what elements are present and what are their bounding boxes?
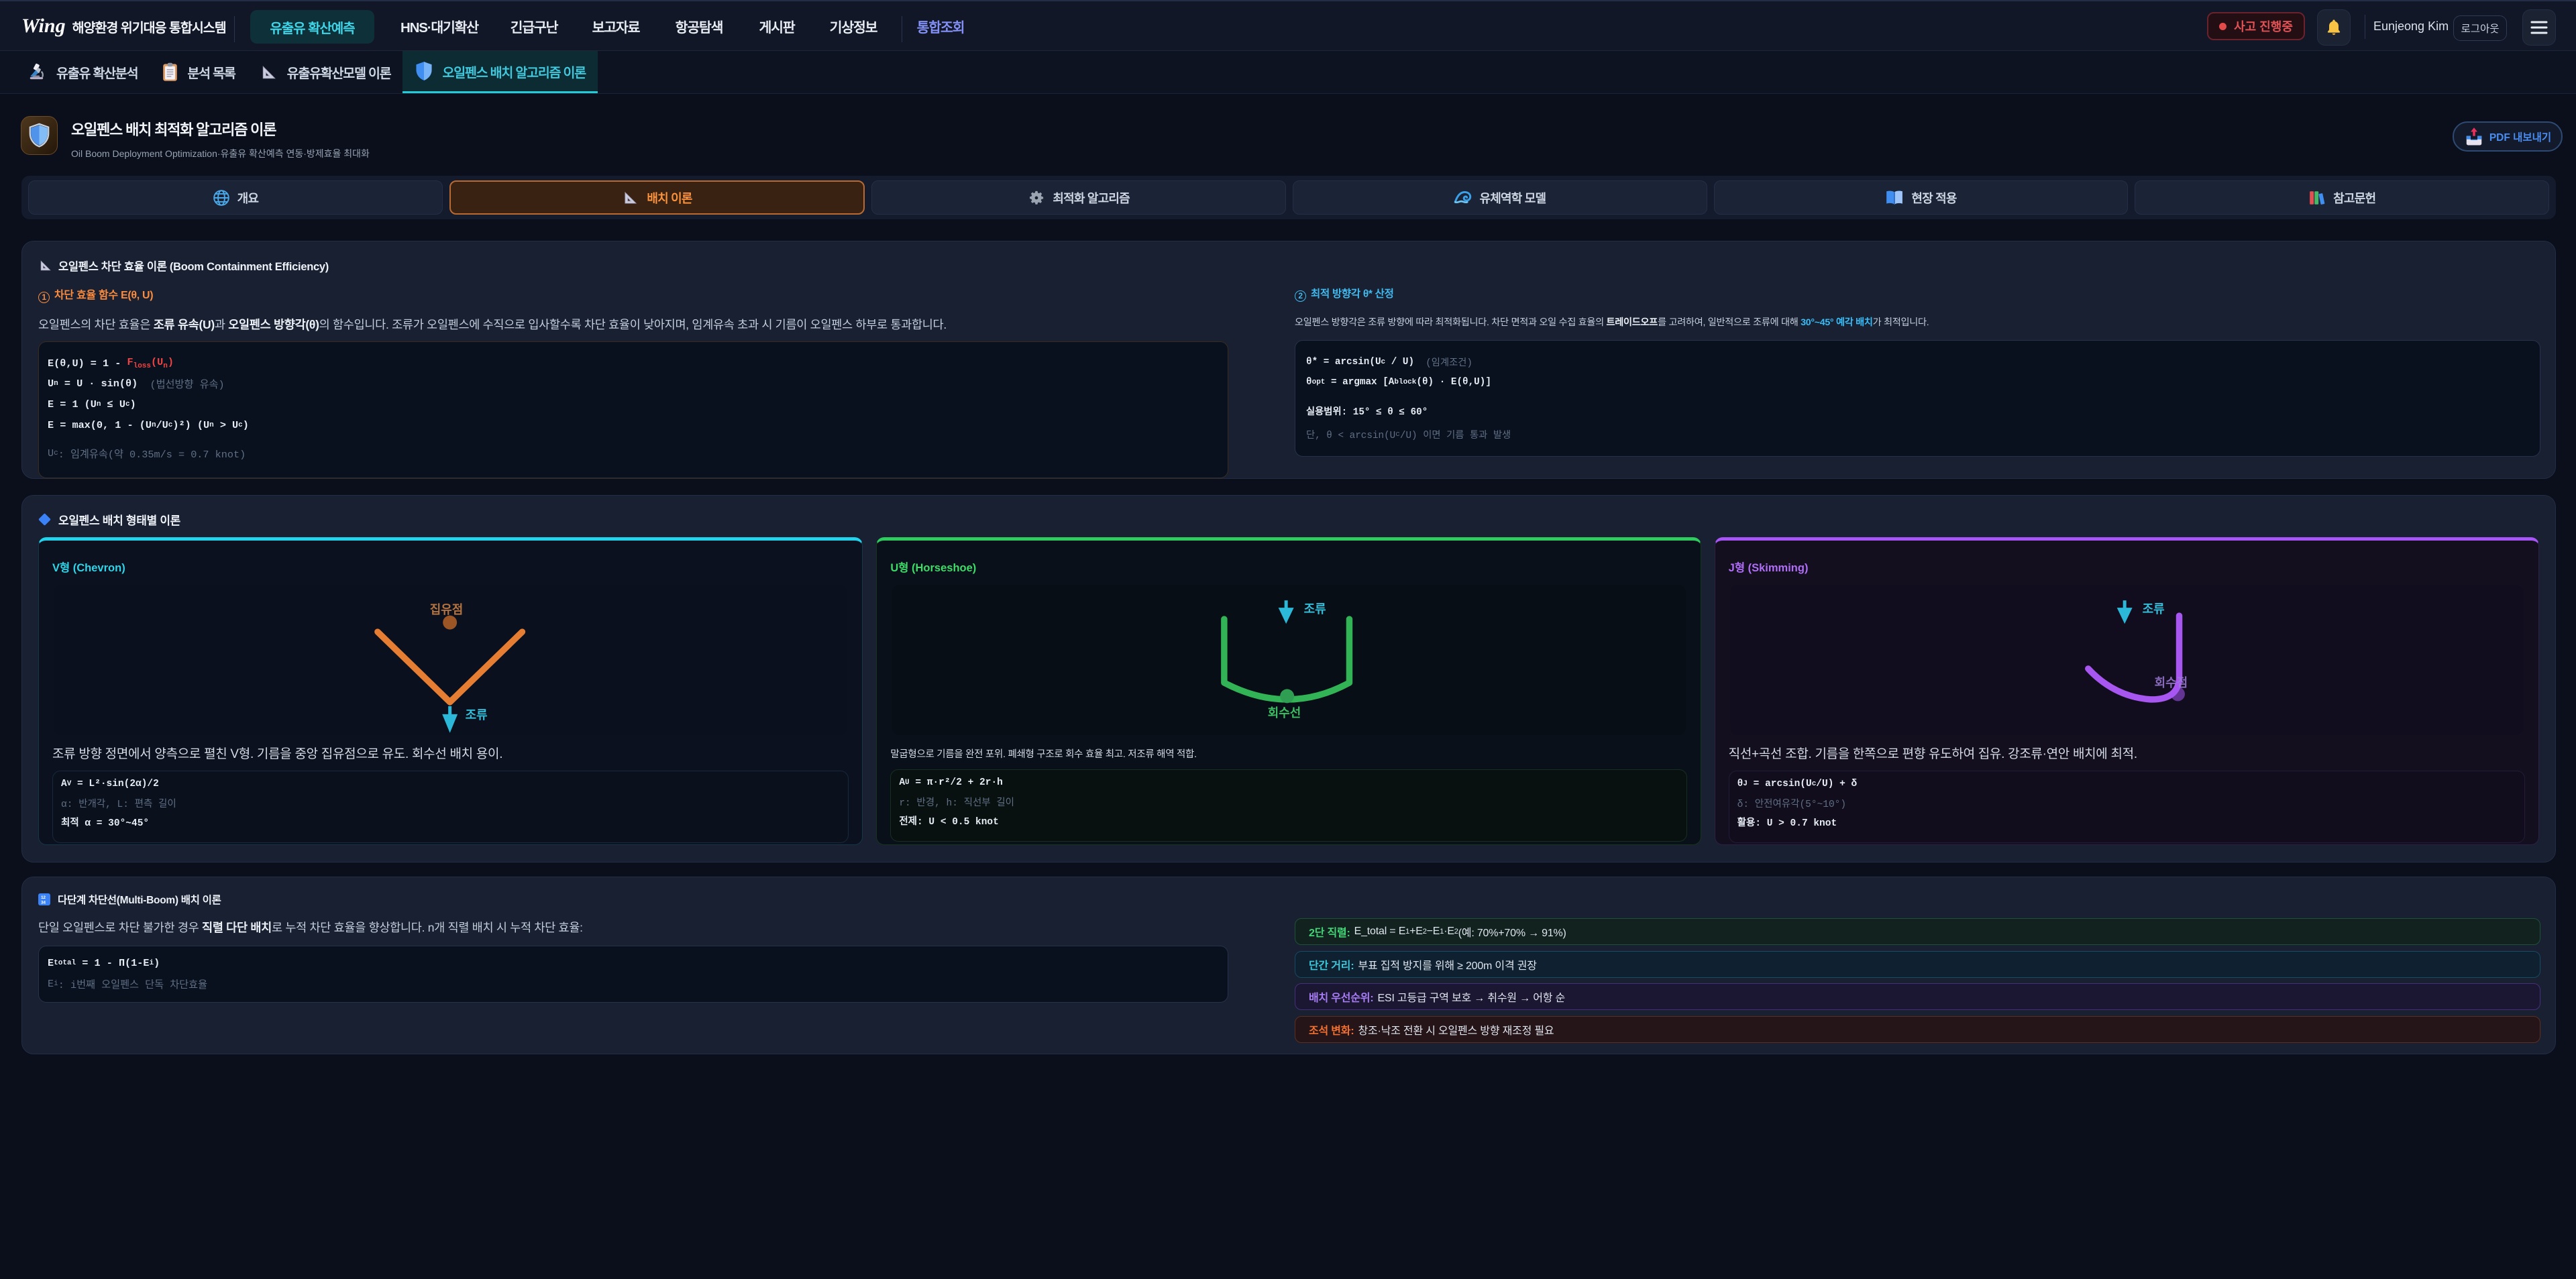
svg-text:조류: 조류 [1304, 602, 1326, 616]
svg-text:조류: 조류 [466, 708, 488, 722]
svg-text:조류: 조류 [2142, 602, 2164, 616]
svg-text:34: 34 [41, 901, 46, 905]
svg-text:12: 12 [41, 895, 46, 900]
svg-text:회수선: 회수선 [1268, 706, 1301, 720]
svg-text:집유점: 집유점 [430, 603, 464, 616]
svg-text:회수점: 회수점 [2154, 676, 2188, 689]
